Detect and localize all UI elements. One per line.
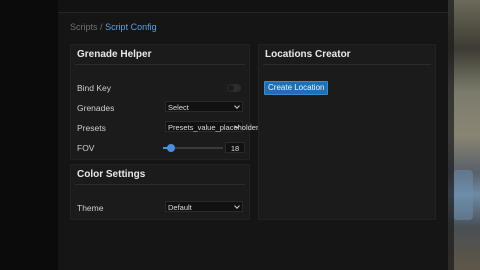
divider	[75, 64, 245, 65]
breadcrumb-separator: /	[100, 22, 103, 32]
panel-title: Locations Creator	[265, 49, 351, 60]
divider	[75, 184, 245, 185]
grenades-select[interactable]: Select	[165, 101, 243, 112]
presets-label: Presets	[77, 123, 106, 133]
top-bar	[58, 0, 448, 13]
chevron-down-icon	[234, 203, 240, 209]
chevron-down-icon	[234, 103, 240, 109]
panel-title: Grenade Helper	[77, 49, 152, 60]
divider	[263, 64, 431, 65]
panel-title: Color Settings	[77, 169, 146, 180]
fov-label: FOV	[77, 143, 95, 153]
locations-creator-panel: Locations Creator Create Location	[258, 44, 436, 220]
fov-slider-thumb[interactable]	[167, 144, 175, 152]
breadcrumb: Scripts / Script Config	[70, 22, 157, 32]
theme-select[interactable]: Default	[165, 201, 243, 212]
grenades-select-value: Select	[168, 103, 189, 112]
breadcrumb-scripts[interactable]: Scripts	[70, 22, 98, 32]
toggle-knob	[228, 85, 234, 91]
grenades-label: Grenades	[77, 103, 115, 113]
grenade-helper-panel: Grenade Helper Bind Key Grenades Select …	[70, 44, 258, 160]
script-config-window: Scripts / Script Config Grenade Helper B…	[58, 0, 448, 270]
left-sidebar	[0, 0, 58, 270]
presets-select-value: Presets_value_placeholder	[168, 123, 259, 132]
background-image	[448, 0, 480, 270]
breadcrumb-current: Script Config	[105, 22, 157, 32]
bind-key-label: Bind Key	[77, 83, 112, 93]
create-location-button[interactable]: Create Location	[264, 81, 329, 95]
theme-select-value: Default	[168, 203, 192, 212]
fov-value-input[interactable]: 18	[225, 142, 245, 153]
presets-select[interactable]: Presets_value_placeholder	[165, 121, 258, 132]
bind-key-toggle[interactable]	[227, 84, 241, 92]
color-settings-panel: Color Settings Theme Default	[70, 164, 250, 220]
theme-label: Theme	[77, 203, 104, 213]
